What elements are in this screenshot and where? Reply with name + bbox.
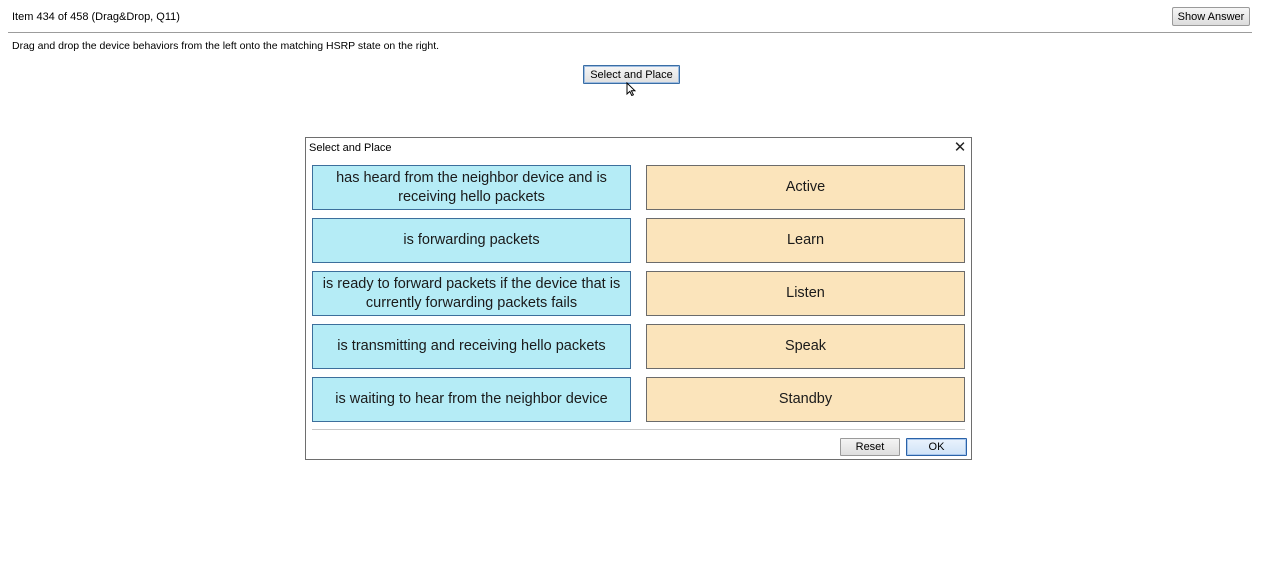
state-target-learn[interactable]: Learn <box>646 218 965 263</box>
question-instruction: Drag and drop the device behaviors from … <box>12 40 440 52</box>
header-divider <box>8 32 1252 33</box>
behavior-tile-2[interactable]: is forwarding packets <box>312 218 631 263</box>
show-answer-button[interactable]: Show Answer <box>1172 7 1250 26</box>
select-and-place-dialog: Select and Place ✕ has heard from the ne… <box>305 137 972 460</box>
behavior-tile-4[interactable]: is transmitting and receiving hello pack… <box>312 324 631 369</box>
ok-button[interactable]: OK <box>906 438 967 456</box>
behavior-tile-1[interactable]: has heard from the neighbor device and i… <box>312 165 631 210</box>
behavior-tile-3[interactable]: is ready to forward packets if the devic… <box>312 271 631 316</box>
reset-button[interactable]: Reset <box>840 438 900 456</box>
state-target-speak[interactable]: Speak <box>646 324 965 369</box>
close-icon[interactable]: ✕ <box>952 140 968 156</box>
item-counter: Item 434 of 458 (Drag&Drop, Q11) <box>12 11 180 23</box>
state-target-active[interactable]: Active <box>646 165 965 210</box>
mouse-pointer-icon <box>626 82 636 96</box>
dialog-footer-divider <box>312 429 965 430</box>
state-target-standby[interactable]: Standby <box>646 377 965 422</box>
state-target-listen[interactable]: Listen <box>646 271 965 316</box>
dialog-title: Select and Place <box>309 142 392 154</box>
header-bar: Item 434 of 458 (Drag&Drop, Q11) Show An… <box>0 0 1268 34</box>
behavior-tile-5[interactable]: is waiting to hear from the neighbor dev… <box>312 377 631 422</box>
